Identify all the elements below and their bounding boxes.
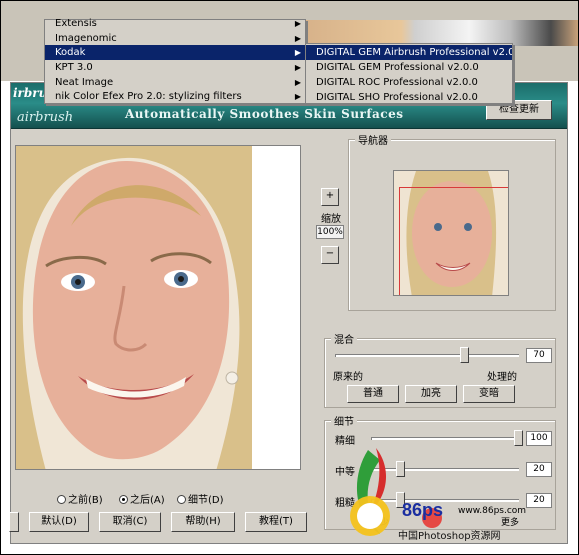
ok-button-partial[interactable] xyxy=(9,512,19,532)
submenu-arrow-icon: ▶ xyxy=(294,78,301,87)
blend-left-label: 原来的 xyxy=(333,372,363,383)
menu-item-imagenomic[interactable]: Imagenomic ▶ xyxy=(45,31,305,46)
default-button[interactable]: 默认(D) xyxy=(29,512,89,532)
menu-item-kpt[interactable]: KPT 3.0 ▶ xyxy=(45,60,305,75)
radio-before-label: 之前(B) xyxy=(68,495,103,506)
radio-detail[interactable]: 细节(D) xyxy=(177,491,224,506)
menu-item-nik-color-efex[interactable]: nik Color Efex Pro 2.0: stylizing filter… xyxy=(45,89,305,104)
submenu-arrow-icon: ▶ xyxy=(294,63,301,72)
menu-item-extensis[interactable]: Extensis ▶ xyxy=(45,16,305,31)
menu-item-kpt-label: KPT 3.0 xyxy=(55,62,93,73)
blend-slider-thumb[interactable] xyxy=(459,347,469,363)
navigator-title: 导航器 xyxy=(355,132,391,147)
submenu-arrow-icon: ▶ xyxy=(294,19,301,28)
blend-slider-track[interactable] xyxy=(335,354,519,357)
preview-face-photo xyxy=(16,146,252,469)
submenu-arrow-icon: ▶ xyxy=(294,34,301,43)
submenu-arrow-icon: ▶ xyxy=(294,48,301,57)
radio-after-dot[interactable] xyxy=(119,495,128,504)
radio-before-dot[interactable] xyxy=(57,495,66,504)
submenu-item-gem-airbrush[interactable]: DIGITAL GEM Airbrush Professional v2.0.0 xyxy=(306,45,512,60)
radio-before[interactable]: 之前(B) xyxy=(57,491,103,506)
navigator-view-rectangle[interactable] xyxy=(399,187,508,295)
blend-group: 混合 70 原来的 处理的 普通 加亮 变暗 xyxy=(324,331,556,408)
menu-item-neat-image[interactable]: Neat Image ▶ xyxy=(45,75,305,90)
radio-detail-dot[interactable] xyxy=(177,495,186,504)
submenu-arrow-icon: ▶ xyxy=(294,92,301,101)
zoom-label: 缩放 xyxy=(321,214,341,225)
submenu-item-roc[interactable]: DIGITAL ROC Professional v2.0.0 xyxy=(306,75,512,90)
menu-item-kodak-label: Kodak xyxy=(55,47,86,58)
menu-item-neat-image-label: Neat Image xyxy=(55,77,114,88)
blend-normal-button[interactable]: 普通 xyxy=(347,385,399,403)
cancel-button[interactable]: 取消(C) xyxy=(99,512,161,532)
blend-right-label: 处理的 xyxy=(487,372,517,383)
kodak-submenu: DIGITAL GEM Airbrush Professional v2.0.0… xyxy=(305,43,513,104)
menu-item-imagenomic-label: Imagenomic xyxy=(55,33,117,44)
navigator-thumbnail[interactable] xyxy=(393,170,509,296)
watermark-url: www.86ps.com xyxy=(458,506,527,516)
menu-item-nik-color-efex-label: nik Color Efex Pro 2.0: stylizing filter… xyxy=(55,91,242,102)
blend-darken-button[interactable]: 变暗 xyxy=(463,385,515,403)
banner-tagline: Automatically Smoothes Skin Surfaces xyxy=(125,107,404,121)
preview-pane[interactable] xyxy=(15,145,301,470)
radio-detail-label: 细节(D) xyxy=(188,495,224,506)
zoom-in-button[interactable]: + xyxy=(321,188,339,206)
submenu-item-gem[interactable]: DIGITAL GEM Professional v2.0.0 xyxy=(306,60,512,75)
radio-after-label: 之后(A) xyxy=(130,495,165,506)
blend-lighten-button[interactable]: 加亮 xyxy=(405,385,457,403)
watermark-logo-text: 86ps xyxy=(402,500,444,520)
zoom-value: 100% xyxy=(316,225,344,239)
help-button[interactable]: 帮助(H) xyxy=(171,512,235,532)
radio-after[interactable]: 之后(A) xyxy=(119,491,165,506)
filter-menu: Extensis ▶ Imagenomic ▶ Kodak ▶ KPT 3.0 ▶ Ne… xyxy=(44,16,306,104)
menu-item-extensis-label: Extensis xyxy=(55,18,97,29)
banner-brand: airbrush xyxy=(17,110,74,125)
watermark-caption: 中国Photoshop资源网 xyxy=(398,531,501,542)
detail-title: 细节 xyxy=(331,413,357,428)
blend-value[interactable]: 70 xyxy=(526,348,552,363)
zoom-out-button[interactable]: − xyxy=(321,246,339,264)
blend-title: 混合 xyxy=(331,331,357,346)
tutorial-button[interactable]: 教程(T) xyxy=(245,512,307,532)
navigator-group: 导航器 xyxy=(348,132,556,311)
menu-item-kodak[interactable]: Kodak ▶ xyxy=(45,45,305,60)
submenu-item-sho[interactable]: DIGITAL SHO Professional v2.0.0 xyxy=(306,90,512,105)
